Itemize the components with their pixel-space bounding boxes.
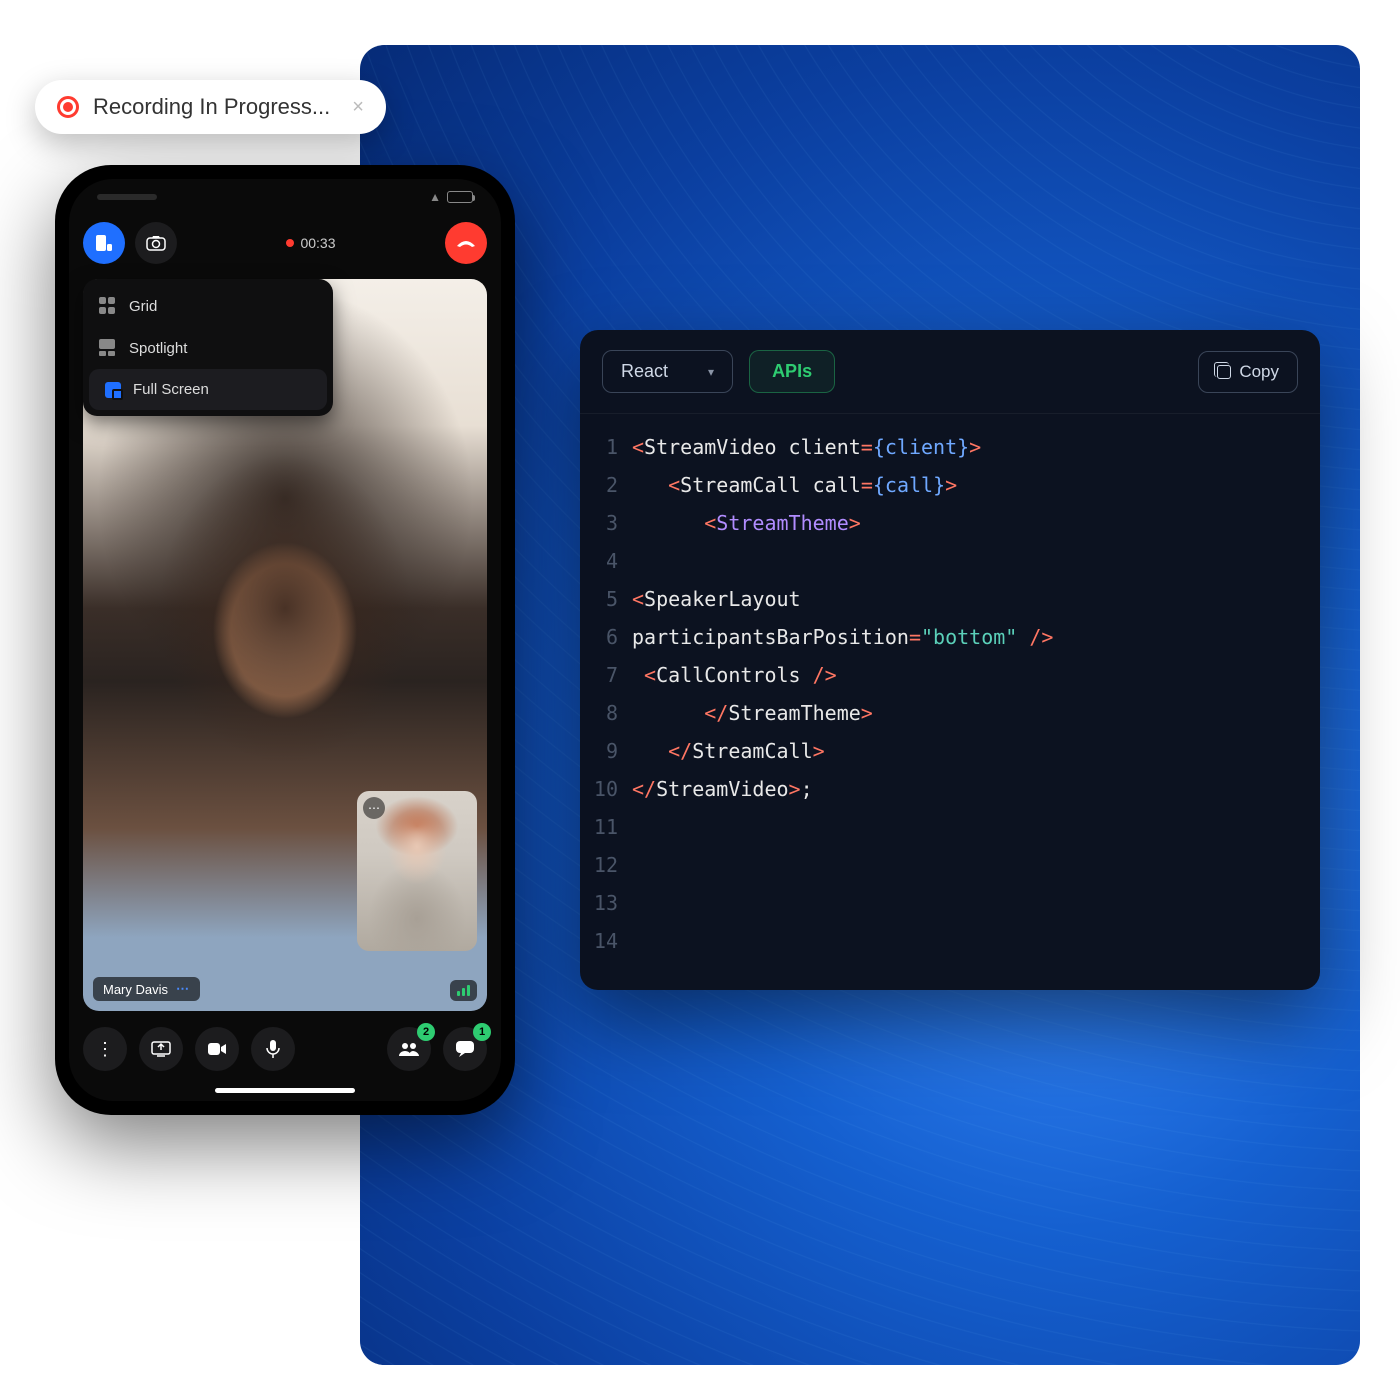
notch-icon (97, 194, 157, 200)
participant-name: Mary Davis (103, 982, 168, 997)
chat-button[interactable]: 1 (443, 1027, 487, 1071)
grid-icon (99, 297, 117, 315)
status-bar: ▲ (69, 179, 501, 215)
framework-dropdown[interactable]: React ▾ (602, 350, 733, 393)
mic-icon (266, 1039, 280, 1059)
video-icon (207, 1042, 227, 1056)
recording-pill: Recording In Progress... × (35, 80, 386, 134)
layout-menu: Grid Spotlight Full Screen (83, 279, 333, 416)
screen-share-icon (151, 1041, 171, 1057)
copy-button[interactable]: Copy (1198, 351, 1298, 393)
code-lines[interactable]: <StreamVideo client={client}> <StreamCal… (632, 428, 1320, 976)
mic-button[interactable] (251, 1027, 295, 1071)
home-indicator[interactable] (215, 1088, 355, 1093)
hangup-button[interactable] (445, 222, 487, 264)
code-header: React ▾ APIs Copy (580, 330, 1320, 414)
layout-menu-item-spotlight[interactable]: Spotlight (83, 327, 333, 369)
phone-hangup-icon (455, 238, 477, 248)
code-panel: React ▾ APIs Copy 1234567891011121314 <S… (580, 330, 1320, 990)
apis-button[interactable]: APIs (749, 350, 835, 393)
fullscreen-icon (105, 382, 121, 398)
phone-screen: ▲ 00:33 ⋯ Mary Davis (69, 179, 501, 1101)
recording-label: Recording In Progress... (93, 94, 330, 120)
layout-menu-item-grid[interactable]: Grid (83, 285, 333, 327)
layout-menu-label: Grid (129, 298, 157, 315)
chevron-down-icon: ▾ (708, 365, 714, 379)
recording-time: 00:33 (300, 235, 335, 251)
phone-device: ▲ 00:33 ⋯ Mary Davis (55, 165, 515, 1115)
participant-more-icon[interactable]: ⋯ (176, 981, 190, 997)
camera-flip-button[interactable] (135, 222, 177, 264)
layout-menu-label: Full Screen (133, 381, 209, 398)
participants-button[interactable]: 2 (387, 1027, 431, 1071)
camera-flip-icon (146, 235, 166, 251)
copy-label: Copy (1239, 362, 1279, 382)
video-button[interactable] (195, 1027, 239, 1071)
copy-icon (1217, 365, 1231, 379)
framework-label: React (621, 361, 668, 382)
more-icon: ⋮ (96, 1039, 114, 1060)
record-icon (57, 96, 79, 118)
close-icon[interactable]: × (352, 97, 364, 117)
participants-badge: 2 (417, 1023, 435, 1041)
more-button[interactable]: ⋮ (83, 1027, 127, 1071)
layout-button[interactable] (83, 222, 125, 264)
pip-video[interactable]: ⋯ (357, 791, 477, 951)
call-header: 00:33 (69, 215, 501, 271)
record-dot-icon (286, 239, 294, 247)
participant-name-chip: Mary Davis ⋯ (93, 977, 200, 1001)
participants-icon (398, 1041, 420, 1057)
pip-more-button[interactable]: ⋯ (363, 797, 385, 819)
battery-icon (447, 191, 473, 203)
chat-badge: 1 (473, 1023, 491, 1041)
code-gutter: 1234567891011121314 (580, 428, 632, 976)
chat-icon (455, 1040, 475, 1058)
code-body: 1234567891011121314 <StreamVideo client=… (580, 414, 1320, 990)
layout-icon (95, 234, 113, 252)
screen-share-button[interactable] (139, 1027, 183, 1071)
layout-menu-item-fullscreen[interactable]: Full Screen (89, 369, 327, 410)
recording-indicator: 00:33 (187, 235, 435, 251)
spotlight-icon (99, 339, 117, 357)
cellular-icon: ▲ (429, 190, 441, 204)
layout-menu-label: Spotlight (129, 340, 187, 357)
signal-strength-icon (450, 980, 477, 1001)
call-controls: ⋮ 2 1 (83, 1027, 487, 1071)
